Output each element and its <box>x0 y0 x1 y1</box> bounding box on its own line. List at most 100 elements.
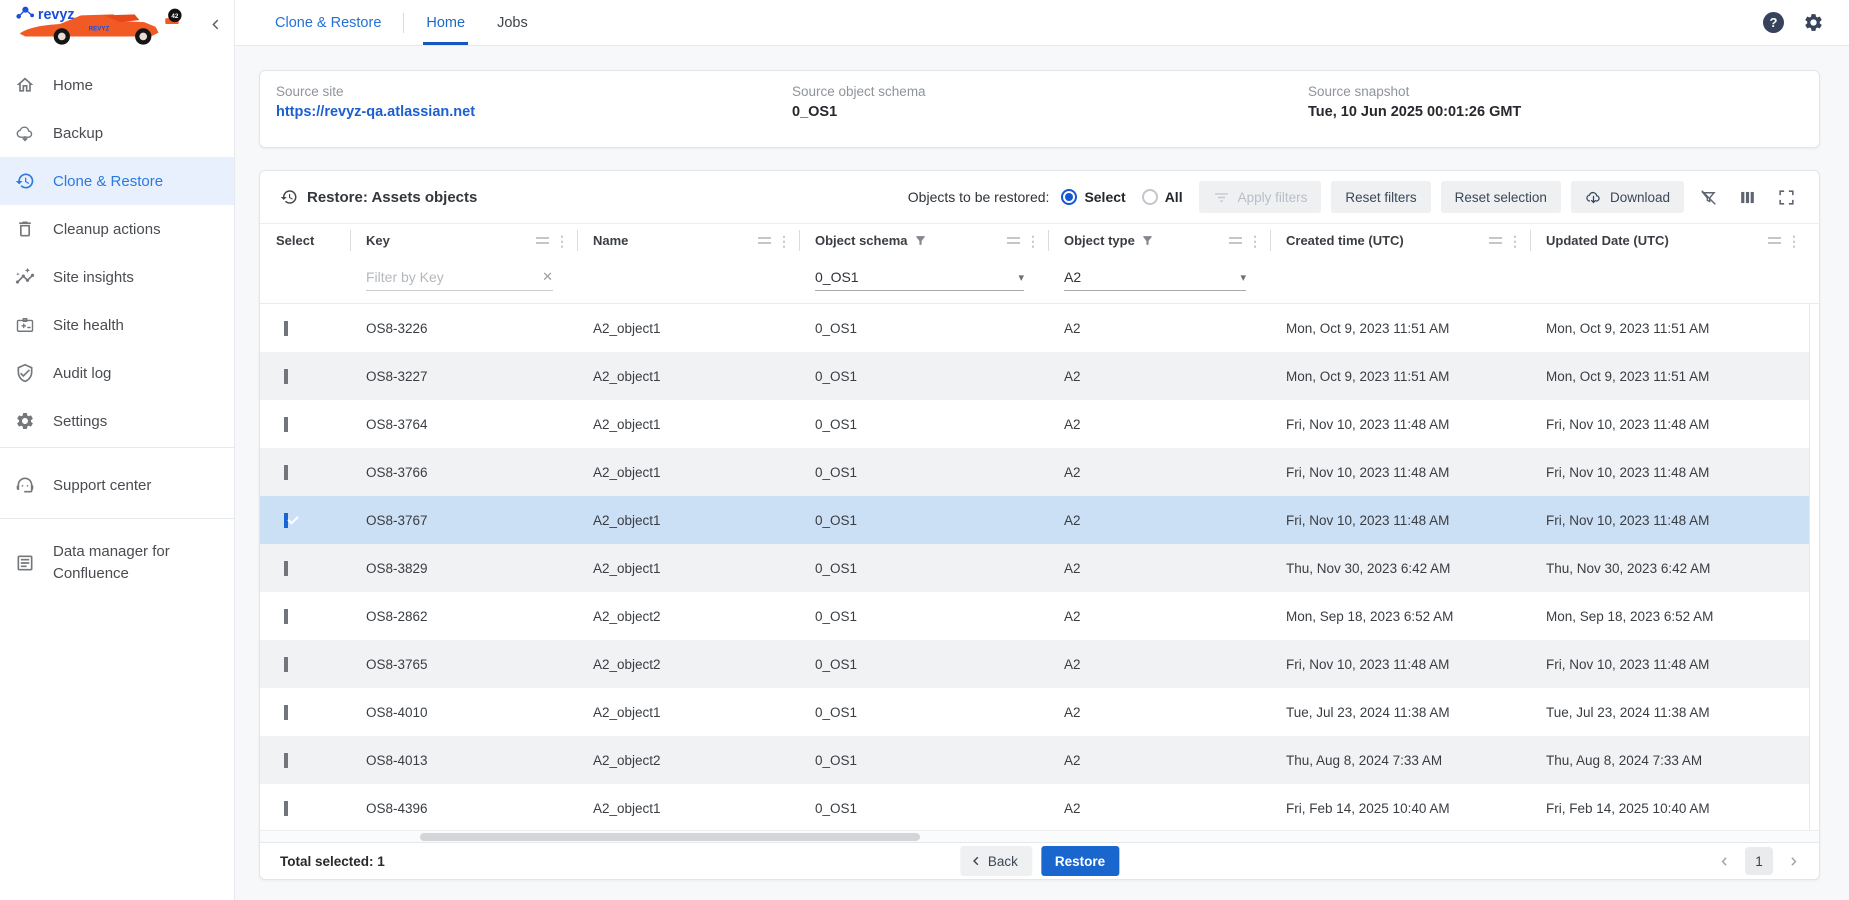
column-menu-icon[interactable] <box>1229 237 1242 244</box>
breadcrumb[interactable]: Clone & Restore <box>275 15 381 31</box>
clear-filters-icon-button[interactable] <box>1699 188 1718 207</box>
row-name-cell: A2_object1 <box>577 465 799 480</box>
tab-home[interactable]: Home <box>423 0 468 45</box>
table-row[interactable]: OS8-4010 A2_object1 0_OS1 A2 Tue, Jul 23… <box>260 688 1819 736</box>
table-row[interactable]: OS8-3829 A2_object1 0_OS1 A2 Thu, Nov 30… <box>260 544 1819 592</box>
row-checkbox[interactable] <box>284 753 288 768</box>
column-kebab-icon[interactable]: ⋮ <box>555 234 569 248</box>
column-menu-icon[interactable] <box>1768 237 1781 244</box>
column-header-key[interactable]: Key ⋮ <box>350 224 577 257</box>
column-header-created-time[interactable]: Created time (UTC) ⋮ <box>1270 224 1530 257</box>
tab-jobs[interactable]: Jobs <box>494 0 531 45</box>
help-icon[interactable]: ? <box>1763 12 1784 33</box>
sidebar-item-audit-log[interactable]: Audit log <box>0 349 234 397</box>
row-schema-cell: 0_OS1 <box>799 705 1048 720</box>
row-checkbox[interactable] <box>284 801 288 816</box>
column-menu-icon[interactable] <box>1007 237 1020 244</box>
table-row[interactable]: OS8-3226 A2_object1 0_OS1 A2 Mon, Oct 9,… <box>260 304 1819 352</box>
next-page-button[interactable] <box>1786 854 1801 869</box>
restore-button[interactable]: Restore <box>1041 846 1119 876</box>
column-kebab-icon[interactable]: ⋮ <box>777 234 791 248</box>
row-schema-cell: 0_OS1 <box>799 561 1048 576</box>
sidebar-item-site-health[interactable]: Site health <box>0 301 234 349</box>
row-checkbox[interactable] <box>284 321 288 336</box>
apply-filters-label: Apply filters <box>1238 190 1308 205</box>
sidebar-item-home[interactable]: Home <box>0 61 234 109</box>
back-button[interactable]: Back <box>960 846 1032 876</box>
row-checkbox[interactable] <box>284 657 288 672</box>
source-snapshot-block: Source snapshot Tue, 10 Jun 2025 00:01:2… <box>1308 84 1819 147</box>
sidebar-item-label: Site insights <box>53 269 134 286</box>
reset-selection-button[interactable]: Reset selection <box>1441 181 1561 213</box>
row-schema-cell: 0_OS1 <box>799 465 1048 480</box>
horizontal-scrollbar-thumb[interactable] <box>420 833 920 841</box>
key-filter-field[interactable]: ✕ <box>366 269 553 291</box>
sidebar-item-cleanup-actions[interactable]: Cleanup actions <box>0 205 234 253</box>
column-kebab-icon[interactable]: ⋮ <box>1026 234 1040 248</box>
key-filter-input[interactable] <box>366 269 538 285</box>
table-row[interactable]: OS8-3765 A2_object2 0_OS1 A2 Fri, Nov 10… <box>260 640 1819 688</box>
table-row[interactable]: OS8-2862 A2_object2 0_OS1 A2 Mon, Sep 18… <box>260 592 1819 640</box>
car-brand-text: REVYZ <box>89 26 110 33</box>
previous-page-button[interactable] <box>1717 854 1732 869</box>
column-header-object-type[interactable]: Object type ⋮ <box>1048 224 1270 257</box>
radio-select[interactable] <box>1061 189 1077 205</box>
clear-filter-icon[interactable]: ✕ <box>538 269 553 285</box>
sidebar-item-label: Settings <box>53 413 107 430</box>
row-updated-cell: Thu, Aug 8, 2024 7:33 AM <box>1530 753 1809 768</box>
row-checkbox[interactable] <box>284 417 288 432</box>
apply-filters-button[interactable]: Apply filters <box>1199 181 1322 213</box>
sidebar-item-clone-restore[interactable]: Clone & Restore <box>0 157 234 205</box>
table-row[interactable]: OS8-3767 A2_object1 0_OS1 A2 Fri, Nov 10… <box>260 496 1819 544</box>
schema-filter-select[interactable]: 0_OS1 ▾ <box>815 269 1024 291</box>
sidebar-item-backup[interactable]: Backup <box>0 109 234 157</box>
table-title: Restore: Assets objects <box>280 188 477 206</box>
row-checkbox[interactable] <box>284 513 288 528</box>
table-body: OS8-3226 A2_object1 0_OS1 A2 Mon, Oct 9,… <box>260 304 1819 830</box>
row-checkbox[interactable] <box>284 705 288 720</box>
radio-all[interactable] <box>1142 189 1158 205</box>
column-kebab-icon[interactable]: ⋮ <box>1508 234 1522 248</box>
row-type-cell: A2 <box>1048 369 1270 384</box>
columns-icon-button[interactable] <box>1738 188 1757 207</box>
table-title-text: Restore: Assets objects <box>307 189 477 206</box>
row-checkbox[interactable] <box>284 465 288 480</box>
column-menu-icon[interactable] <box>1489 237 1502 244</box>
table-row[interactable]: OS8-4013 A2_object2 0_OS1 A2 Thu, Aug 8,… <box>260 736 1819 784</box>
column-menu-icon[interactable] <box>536 237 549 244</box>
column-kebab-icon[interactable]: ⋮ <box>1787 234 1801 248</box>
row-checkbox[interactable] <box>284 369 288 384</box>
vertical-scrollbar[interactable] <box>1809 304 1819 830</box>
sidebar-item-label: Cleanup actions <box>53 221 161 238</box>
column-kebab-icon[interactable]: ⋮ <box>1248 234 1262 248</box>
table-row[interactable]: OS8-3766 A2_object1 0_OS1 A2 Fri, Nov 10… <box>260 448 1819 496</box>
cloud-backup-icon <box>15 123 35 143</box>
sidebar-item-settings[interactable]: Settings <box>0 397 234 445</box>
sidebar-item-support-center[interactable]: Support center <box>0 461 234 509</box>
row-updated-cell: Tue, Jul 23, 2024 11:38 AM <box>1530 705 1809 720</box>
sidebar-item-data-manager[interactable]: Data manager for Confluence <box>0 531 234 595</box>
table-row[interactable]: OS8-4396 A2_object1 0_OS1 A2 Fri, Feb 14… <box>260 784 1819 830</box>
table-row[interactable]: OS8-3227 A2_object1 0_OS1 A2 Mon, Oct 9,… <box>260 352 1819 400</box>
sidebar-collapse-button[interactable] <box>209 17 224 32</box>
reset-filters-button[interactable]: Reset filters <box>1331 181 1430 213</box>
table-row[interactable]: OS8-3764 A2_object1 0_OS1 A2 Fri, Nov 10… <box>260 400 1819 448</box>
column-header-updated-date[interactable]: Updated Date (UTC) ⋮ <box>1530 224 1809 257</box>
download-button[interactable]: Download <box>1571 181 1684 213</box>
row-created-cell: Thu, Aug 8, 2024 7:33 AM <box>1270 753 1530 768</box>
fullscreen-icon-button[interactable] <box>1777 188 1796 207</box>
settings-gear-icon[interactable] <box>1803 12 1824 33</box>
radio-all-option[interactable]: All <box>1142 189 1183 205</box>
column-header-object-schema[interactable]: Object schema ⋮ <box>799 224 1048 257</box>
horizontal-scrollbar[interactable] <box>260 830 1819 842</box>
sidebar-item-site-insights[interactable]: Site insights <box>0 253 234 301</box>
type-filter-select[interactable]: A2 ▾ <box>1064 269 1246 291</box>
row-name-cell: A2_object2 <box>577 609 799 624</box>
radio-select-option[interactable]: Select <box>1061 189 1125 205</box>
column-menu-icon[interactable] <box>758 237 771 244</box>
row-checkbox[interactable] <box>284 609 288 624</box>
current-page-button[interactable]: 1 <box>1745 847 1773 875</box>
column-header-name[interactable]: Name ⋮ <box>577 224 799 257</box>
row-checkbox[interactable] <box>284 561 288 576</box>
source-site-link[interactable]: https://revyz-qa.atlassian.net <box>276 104 792 120</box>
